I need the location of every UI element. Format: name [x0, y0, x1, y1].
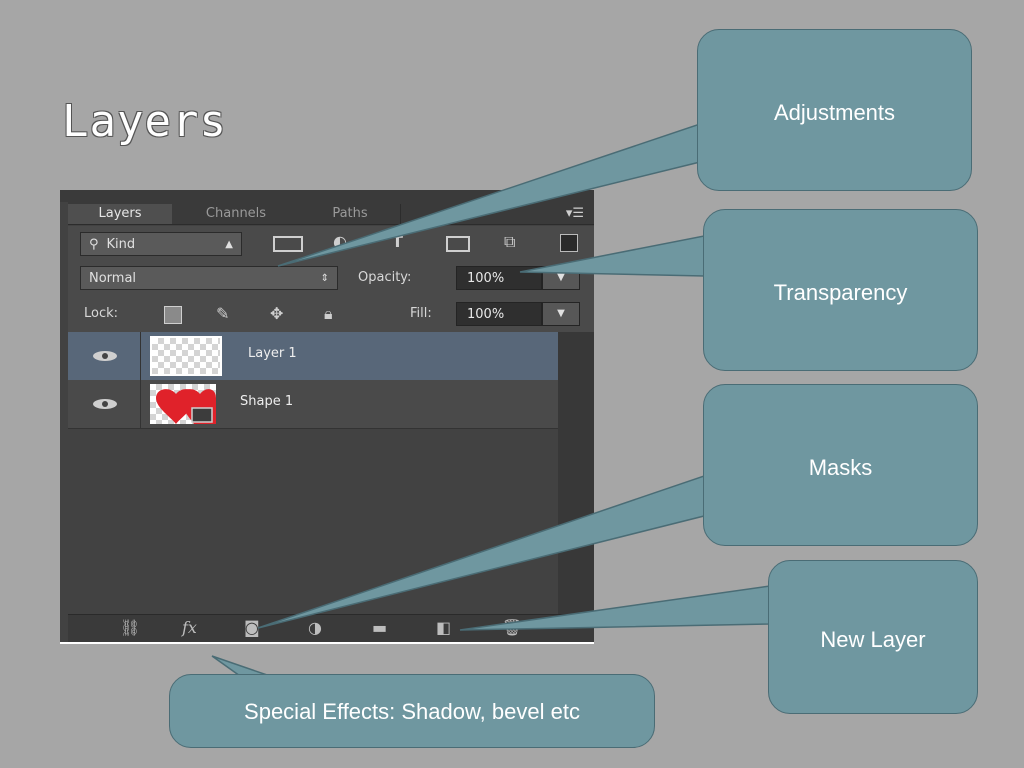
transparency-pointer [519, 235, 705, 277]
special-effects-pointer [211, 655, 271, 677]
callout-transparency: Transparency [703, 209, 978, 371]
callout-new-layer: New Layer [768, 560, 978, 714]
callout-special-effects: Special Effects: Shadow, bevel etc [169, 674, 655, 748]
callout-special-effects-text: Special Effects: Shadow, bevel etc [244, 699, 580, 724]
callout-masks: Masks [703, 384, 978, 546]
callout-masks-text: Masks [808, 455, 873, 480]
callout-new-layer-text: New Layer [820, 627, 926, 652]
callout-transparency-text: Transparency [773, 280, 908, 305]
callout-adjustments-text: Adjustments [773, 100, 896, 125]
new-layer-pointer [459, 585, 771, 631]
callout-adjustments: Adjustments [697, 29, 972, 191]
adjustments-pointer [277, 122, 701, 267]
